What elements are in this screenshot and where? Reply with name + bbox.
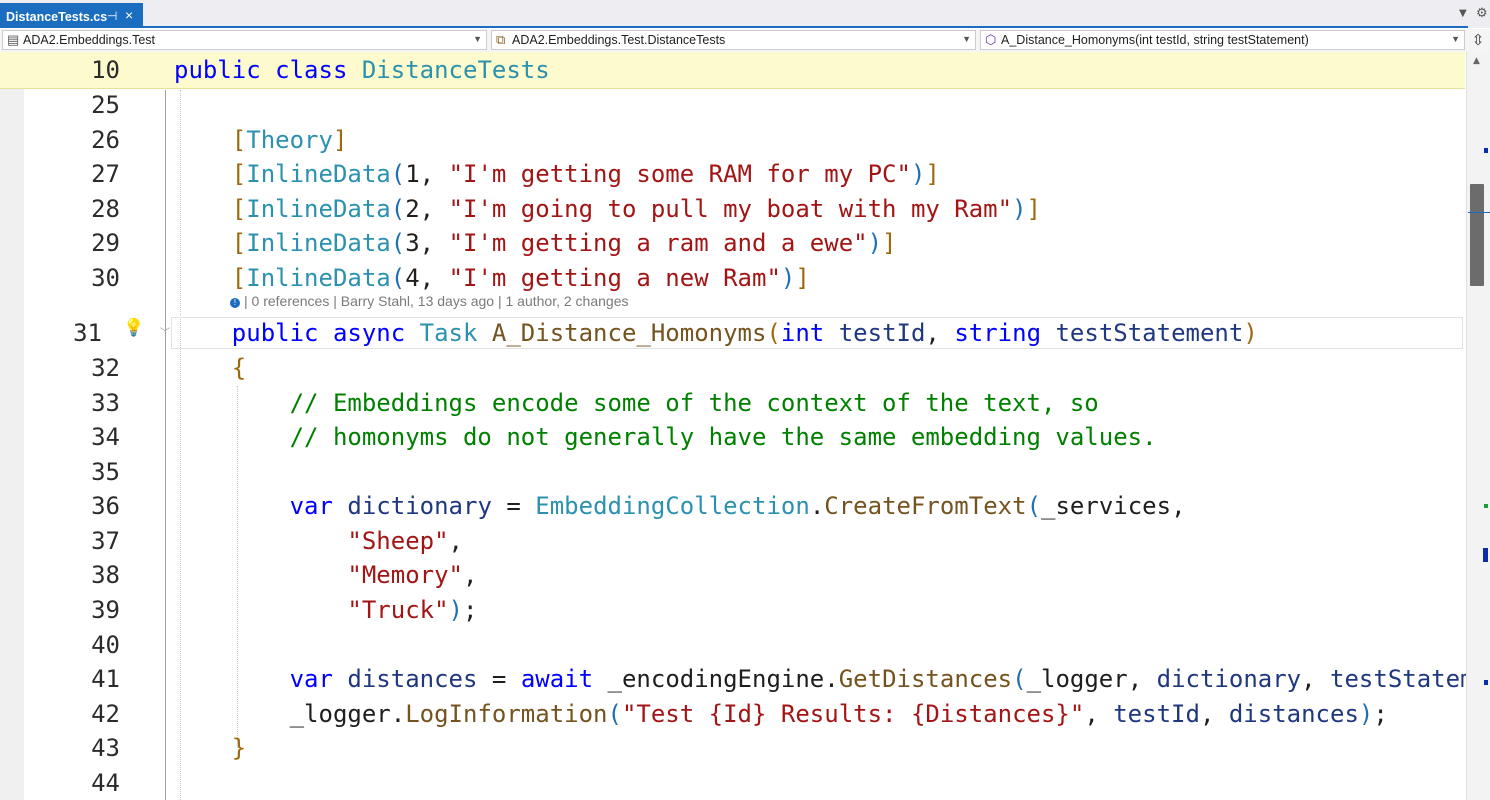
line-number: 41 bbox=[91, 665, 120, 693]
code-text: } bbox=[231, 734, 247, 762]
line-number: 44 bbox=[91, 769, 120, 797]
code-line: 39 "Truck"); bbox=[0, 593, 1465, 627]
info-icon: ! bbox=[230, 298, 240, 308]
method-icon: ⬡ bbox=[985, 32, 997, 47]
code-line: 29 [InlineData(3, "I'm getting a ram and… bbox=[0, 226, 1465, 260]
navigation-bar: ▤ ADA2.Embeddings.Test ▼ ⧉ ADA2.Embeddin… bbox=[0, 29, 1490, 53]
class-icon: ⧉ bbox=[496, 32, 506, 47]
code-line: 31 public async Task A_Distance_Homonyms… bbox=[0, 316, 1465, 350]
line-number: 35 bbox=[91, 458, 120, 486]
line-number: 34 bbox=[91, 423, 120, 451]
line-number: 39 bbox=[91, 596, 120, 624]
tab-distancetests[interactable]: DistanceTests.cs ⊣ × bbox=[0, 3, 143, 28]
line-number: 26 bbox=[91, 126, 120, 154]
code-text: "Memory", bbox=[347, 561, 478, 589]
code-text: "Sheep", bbox=[347, 527, 463, 555]
line-number: 38 bbox=[91, 561, 120, 589]
code-line: 35 bbox=[0, 455, 1465, 489]
scrollbar-marker bbox=[1484, 148, 1488, 153]
line-number: 37 bbox=[91, 527, 120, 555]
scrollbar-marker bbox=[1484, 504, 1488, 508]
pin-icon[interactable]: ⊣ bbox=[107, 9, 117, 23]
line-number: 40 bbox=[91, 631, 120, 659]
code-text: [InlineData(1, "I'm getting some RAM for… bbox=[231, 160, 940, 188]
code-line: 28 [InlineData(2, "I'm going to pull my … bbox=[0, 192, 1465, 226]
code-line: 33 // Embeddings encode some of the cont… bbox=[0, 386, 1465, 420]
line-number: 29 bbox=[91, 229, 120, 257]
member-label: A_Distance_Homonyms(int testId, string t… bbox=[1001, 33, 1309, 47]
project-icon: ▤ bbox=[7, 32, 20, 47]
line-number: 32 bbox=[91, 354, 120, 382]
code-text: _logger.LogInformation("Test {Id} Result… bbox=[289, 700, 1388, 728]
code-line: 32 { bbox=[0, 351, 1465, 385]
chevron-down-icon: ▼ bbox=[962, 34, 971, 44]
project-dropdown[interactable]: ▤ ADA2.Embeddings.Test ▼ bbox=[2, 30, 487, 50]
sticky-line: 10 public class DistanceTests bbox=[0, 53, 1465, 87]
split-editor-icon[interactable]: ⇳ bbox=[1468, 31, 1488, 50]
scrollbar-marker bbox=[1484, 680, 1488, 685]
settings-icon[interactable]: ⚙ bbox=[1476, 6, 1488, 21]
code-editor[interactable]: 10 public class DistanceTests 25 26 [The… bbox=[0, 52, 1490, 800]
class-label: ADA2.Embeddings.Test.DistanceTests bbox=[512, 33, 726, 47]
code-text: public async Task A_Distance_Homonyms(in… bbox=[231, 319, 1258, 347]
code-line: 43 } bbox=[0, 731, 1465, 765]
code-text: [InlineData(2, "I'm going to pull my boa… bbox=[231, 195, 1041, 223]
line-number: 27 bbox=[91, 160, 120, 188]
chevron-down-icon: ▼ bbox=[1451, 34, 1460, 44]
member-dropdown[interactable]: ⬡ A_Distance_Homonyms(int testId, string… bbox=[980, 30, 1465, 50]
line-number: 42 bbox=[91, 700, 120, 728]
code-line: 41 var distances = await _encodingEngine… bbox=[0, 662, 1490, 696]
line-number: 10 bbox=[91, 56, 120, 84]
code-line: 38 "Memory", bbox=[0, 558, 1465, 592]
tab-label: DistanceTests.cs bbox=[6, 10, 108, 24]
code-text: "Truck"); bbox=[347, 596, 478, 624]
class-dropdown[interactable]: ⧉ ADA2.Embeddings.Test.DistanceTests ▼ bbox=[491, 30, 976, 50]
code-text: [InlineData(4, "I'm getting a new Ram")] bbox=[231, 264, 810, 292]
tab-underline bbox=[0, 26, 1468, 28]
code-line: 37 "Sheep", bbox=[0, 524, 1465, 558]
codelens-text: | 0 references | Barry Stahl, 13 days ag… bbox=[244, 293, 629, 309]
tab-list-dropdown-icon[interactable]: ▼ bbox=[1459, 8, 1467, 19]
code-text: // Embeddings encode some of the context… bbox=[289, 389, 1099, 417]
code-text: // homonyms do not generally have the sa… bbox=[289, 423, 1157, 451]
code-text: public class DistanceTests bbox=[174, 56, 550, 84]
code-line: 27 [InlineData(1, "I'm getting some RAM … bbox=[0, 157, 1465, 191]
line-number: 36 bbox=[91, 492, 120, 520]
code-text: var distances = await _encodingEngine.Ge… bbox=[289, 665, 1490, 693]
caret-position-marker bbox=[1468, 212, 1490, 213]
scrollbar-marker bbox=[1483, 548, 1488, 562]
line-number: 30 bbox=[91, 264, 120, 292]
code-line: 25 bbox=[0, 88, 1465, 122]
line-number: 31 bbox=[73, 319, 102, 347]
code-text: [Theory] bbox=[231, 126, 348, 154]
codelens-info[interactable]: ! | 0 references | Barry Stahl, 13 days a… bbox=[230, 293, 628, 313]
line-number: 25 bbox=[91, 91, 120, 119]
chevron-down-icon: ▼ bbox=[473, 34, 482, 44]
code-text: [InlineData(3, "I'm getting a ram and a … bbox=[231, 229, 897, 257]
line-number: 33 bbox=[91, 389, 120, 417]
code-line: 26 [Theory] bbox=[0, 123, 1465, 157]
scrollbar-thumb[interactable] bbox=[1470, 184, 1484, 286]
code-line: 40 bbox=[0, 628, 1465, 662]
code-text: { bbox=[231, 354, 247, 382]
project-label: ADA2.Embeddings.Test bbox=[23, 33, 156, 47]
code-text: var dictionary = EmbeddingCollection.Cre… bbox=[289, 492, 1186, 520]
code-line: 36 var dictionary = EmbeddingCollection.… bbox=[0, 489, 1465, 523]
code-line: 34 // homonyms do not generally have the… bbox=[0, 420, 1465, 454]
scroll-up-icon[interactable]: ▲ bbox=[1473, 56, 1480, 66]
line-number: 43 bbox=[91, 734, 120, 762]
vertical-scrollbar[interactable]: ▲ bbox=[1466, 52, 1490, 800]
code-line: 42 _logger.LogInformation("Test {Id} Res… bbox=[0, 697, 1465, 731]
code-line: 44 bbox=[0, 766, 1465, 800]
close-icon[interactable]: × bbox=[125, 7, 133, 23]
code-line: 30 [InlineData(4, "I'm getting a new Ram… bbox=[0, 261, 1465, 295]
line-number: 28 bbox=[91, 195, 120, 223]
document-tab-strip: DistanceTests.cs ⊣ × ▼ ⚙ bbox=[0, 0, 1490, 28]
